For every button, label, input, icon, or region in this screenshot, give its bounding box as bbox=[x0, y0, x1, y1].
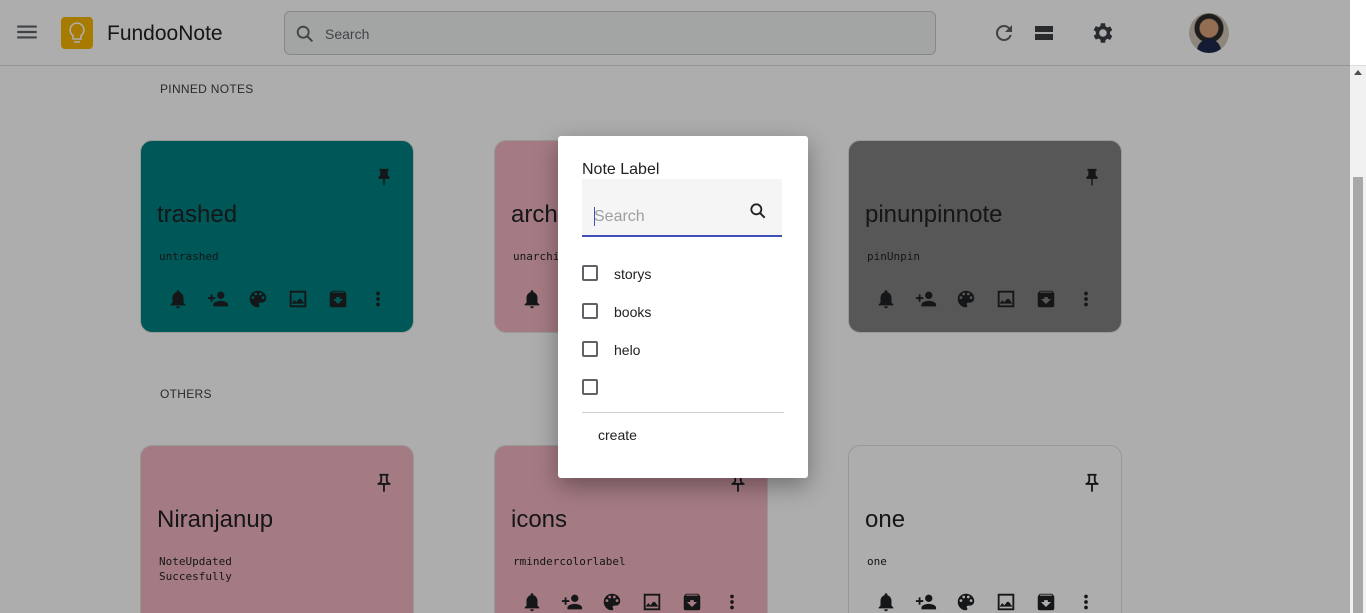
label-checkbox[interactable] bbox=[582, 341, 598, 357]
create-label-button[interactable]: create bbox=[598, 427, 637, 443]
scrollbar-thumb[interactable] bbox=[1353, 177, 1363, 613]
label-checkbox[interactable] bbox=[582, 265, 598, 281]
label-text: storys bbox=[614, 266, 652, 282]
search-icon[interactable] bbox=[748, 201, 768, 221]
label-text: helo bbox=[614, 342, 641, 358]
scroll-up-arrow[interactable] bbox=[1354, 70, 1362, 75]
text-caret bbox=[594, 207, 595, 226]
divider bbox=[582, 412, 784, 413]
label-search-field[interactable]: Search bbox=[582, 179, 782, 237]
label-checkbox[interactable] bbox=[582, 379, 598, 395]
label-text: books bbox=[614, 304, 652, 320]
note-label-dialog: Note Label Search storys books helo crea… bbox=[558, 136, 808, 478]
scrollbar[interactable] bbox=[1350, 66, 1366, 613]
dialog-title: Note Label bbox=[582, 161, 660, 178]
label-search-input[interactable]: Search bbox=[594, 208, 645, 226]
label-checkbox[interactable] bbox=[582, 303, 598, 319]
